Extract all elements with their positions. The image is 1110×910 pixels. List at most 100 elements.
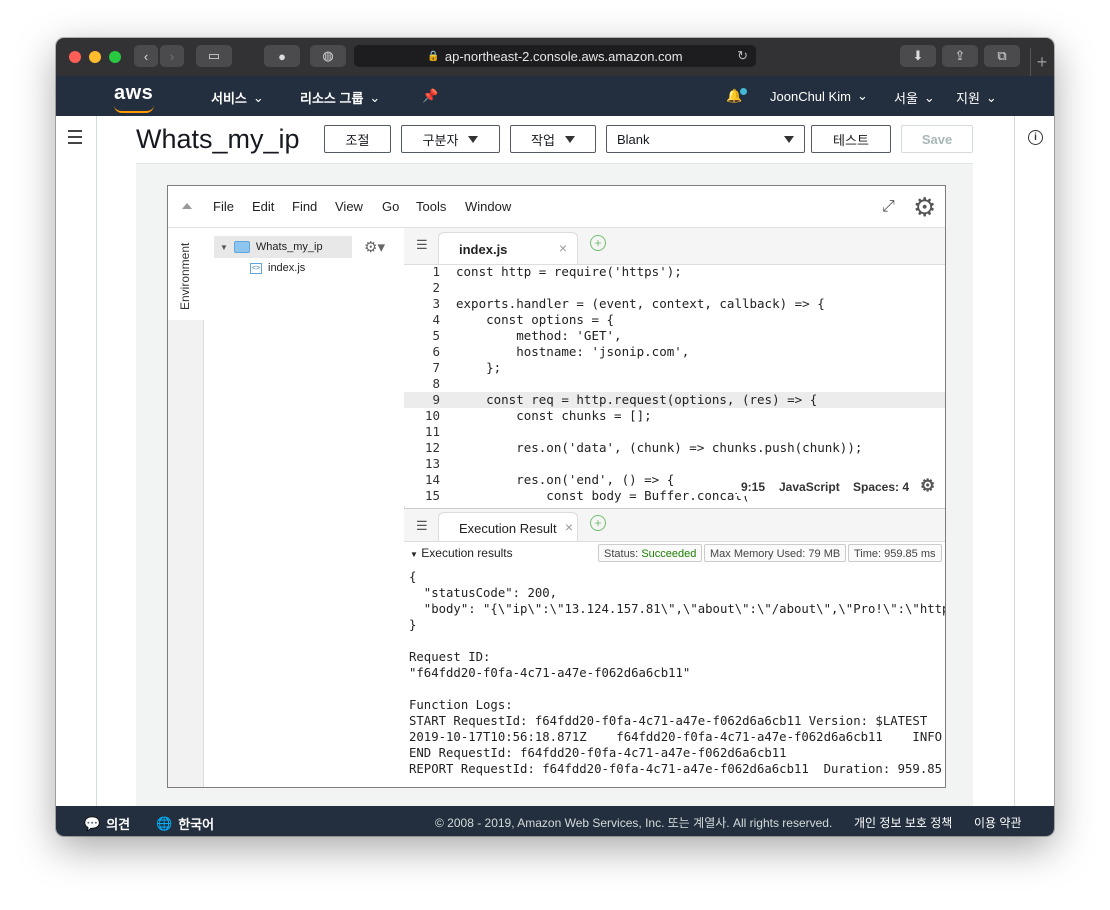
forward-button[interactable]: › — [160, 45, 184, 67]
new-tab-button[interactable]: + — [1030, 48, 1053, 76]
code-line[interactable]: 9 const req = http.request(options, (res… — [404, 392, 945, 408]
code-line[interactable]: 5 method: 'GET', — [404, 328, 945, 344]
chevron-down-icon: ⌄ — [856, 88, 868, 103]
execution-log[interactable]: { "statusCode": 200, "body": "{\"ip\":\"… — [409, 569, 945, 787]
add-tab-icon[interactable]: + — [590, 235, 606, 251]
save-button[interactable]: Save — [901, 125, 973, 153]
menu-go[interactable]: Go — [382, 199, 399, 214]
line-number: 1 — [432, 264, 440, 279]
code-text: const options = { — [456, 312, 615, 327]
tabs-overview-button[interactable]: ⧉ — [984, 45, 1020, 67]
code-line[interactable]: 6 hostname: 'jsonip.com', — [404, 344, 945, 360]
info-icon[interactable]: i — [1028, 130, 1043, 145]
feedback-label: 의견 — [106, 817, 131, 832]
code-line[interactable]: 13 — [404, 456, 945, 472]
menu-file[interactable]: File — [213, 199, 234, 214]
test-event-select[interactable]: Blank — [606, 125, 805, 153]
add-tab-icon[interactable]: + — [590, 515, 606, 531]
tab-index-js[interactable]: index.js × — [438, 232, 578, 264]
tab-execution-result[interactable]: Execution Result × — [438, 512, 578, 541]
minimize-window-button[interactable] — [89, 51, 101, 63]
code-line[interactable]: 2 — [404, 280, 945, 296]
zoom-window-button[interactable] — [109, 51, 121, 63]
fullscreen-icon[interactable]: ⤢ — [882, 198, 895, 216]
line-number: 13 — [424, 456, 440, 471]
tab-list-icon[interactable]: ☰ — [416, 237, 428, 253]
share-button[interactable]: ⇪ — [942, 45, 978, 67]
close-window-button[interactable] — [69, 51, 81, 63]
support-menu[interactable]: 지원 ⌄ — [956, 88, 997, 107]
code-line[interactable]: 4 const options = { — [404, 312, 945, 328]
elephant-icon: ● — [278, 48, 286, 64]
indentation-setting[interactable]: Spaces: 4 — [853, 480, 909, 494]
account-menu[interactable]: JoonChul Kim ⌄ — [770, 88, 868, 104]
resource-groups-menu[interactable]: 리소스 그룹 ⌄ — [300, 88, 380, 107]
line-number: 12 — [424, 440, 440, 455]
menu-view[interactable]: View — [335, 199, 363, 214]
gear-icon[interactable]: ⚙ — [920, 476, 935, 496]
services-menu[interactable]: 서비스 ⌄ — [211, 88, 264, 107]
folder-icon — [233, 241, 250, 253]
line-number: 9 — [432, 392, 440, 407]
code-line[interactable]: 10 const chunks = []; — [404, 408, 945, 424]
reload-icon[interactable]: ↻ — [737, 48, 748, 64]
line-number: 15 — [424, 488, 440, 503]
terms-link[interactable]: 이용 약관 — [974, 814, 1022, 831]
collapse-menu-icon[interactable] — [182, 203, 192, 209]
pin-button[interactable]: 📌 — [422, 88, 438, 104]
code-line[interactable]: 1 const http = require('https'); — [404, 264, 945, 280]
caret-down-icon — [468, 135, 479, 143]
feedback-link[interactable]: 💬 의견 — [84, 814, 130, 833]
qualifiers-dropdown[interactable]: 구분자 — [401, 125, 500, 153]
code-text: const chunks = []; — [456, 408, 652, 423]
code-area[interactable]: 1 const http = require('https'); 2 3 exports… — [404, 264, 945, 506]
gear-icon[interactable]: ⚙ — [913, 192, 936, 223]
test-button[interactable]: 테스트 — [811, 125, 891, 153]
menu-icon[interactable] — [68, 130, 82, 148]
tree-settings-icon[interactable]: ⚙▾ — [364, 238, 385, 256]
privacy-link[interactable]: 개인 정보 보호 정책 — [854, 814, 952, 831]
back-button[interactable]: ‹ — [134, 45, 158, 67]
tree-folder-root[interactable]: ▼ Whats_my_ip — [214, 236, 352, 258]
log-line: { — [409, 570, 417, 584]
caret-down-icon — [784, 135, 794, 143]
throttle-button[interactable]: 조절 — [324, 125, 391, 153]
url-text: ap-northeast-2.console.aws.amazon.com — [444, 48, 683, 64]
execution-results-toggle[interactable]: ▼ Execution results — [410, 546, 513, 560]
sidebar-button[interactable]: ▭ — [196, 45, 232, 67]
environment-tab[interactable]: Environment — [168, 228, 204, 320]
extension-button[interactable]: ◍ — [310, 45, 346, 67]
menu-find[interactable]: Find — [292, 199, 317, 214]
file-name: index.js — [268, 262, 306, 274]
language-mode[interactable]: JavaScript — [779, 480, 840, 494]
tree-file-index[interactable]: <> index.js — [250, 262, 305, 274]
aws-logo[interactable]: aws — [114, 82, 153, 105]
code-line[interactable]: 3 exports.handler = (event, context, call… — [404, 296, 945, 312]
tab-list-icon[interactable]: ☰ — [416, 518, 428, 534]
menu-tools[interactable]: Tools — [416, 199, 446, 214]
code-line[interactable]: 8 — [404, 376, 945, 392]
tab-label: Execution Result — [459, 521, 557, 536]
menu-edit[interactable]: Edit — [252, 199, 274, 214]
log-line: Request ID: — [409, 650, 491, 664]
line-number: 14 — [424, 472, 440, 487]
close-icon[interactable]: × — [559, 240, 567, 256]
notifications-button[interactable]: 🔔 — [726, 87, 748, 104]
code-text: const body = Buffer.concat( — [456, 488, 750, 503]
language-selector[interactable]: 🌐 한국어 — [156, 814, 214, 833]
triangle-down-icon: ▼ — [220, 242, 228, 252]
actions-dropdown[interactable]: 작업 — [510, 125, 596, 153]
user-name: JoonChul Kim — [770, 88, 851, 104]
code-line[interactable]: 11 — [404, 424, 945, 440]
code-line[interactable]: 7 }; — [404, 360, 945, 376]
line-number: 4 — [432, 312, 440, 327]
cursor-position: 9:15 — [741, 480, 766, 494]
menu-window[interactable]: Window — [465, 199, 511, 214]
code-line[interactable]: 12 res.on('data', (chunk) => chunks.push… — [404, 440, 945, 456]
folder-name: Whats_my_ip — [255, 241, 323, 253]
close-icon[interactable]: × — [565, 519, 573, 535]
address-bar[interactable]: 🔒 ap-northeast-2.console.aws.amazon.com … — [354, 45, 756, 67]
downloads-button[interactable]: ⬇ — [900, 45, 936, 67]
evernote-extension-button[interactable]: ● — [264, 45, 300, 67]
region-menu[interactable]: 서울 ⌄ — [894, 88, 935, 107]
